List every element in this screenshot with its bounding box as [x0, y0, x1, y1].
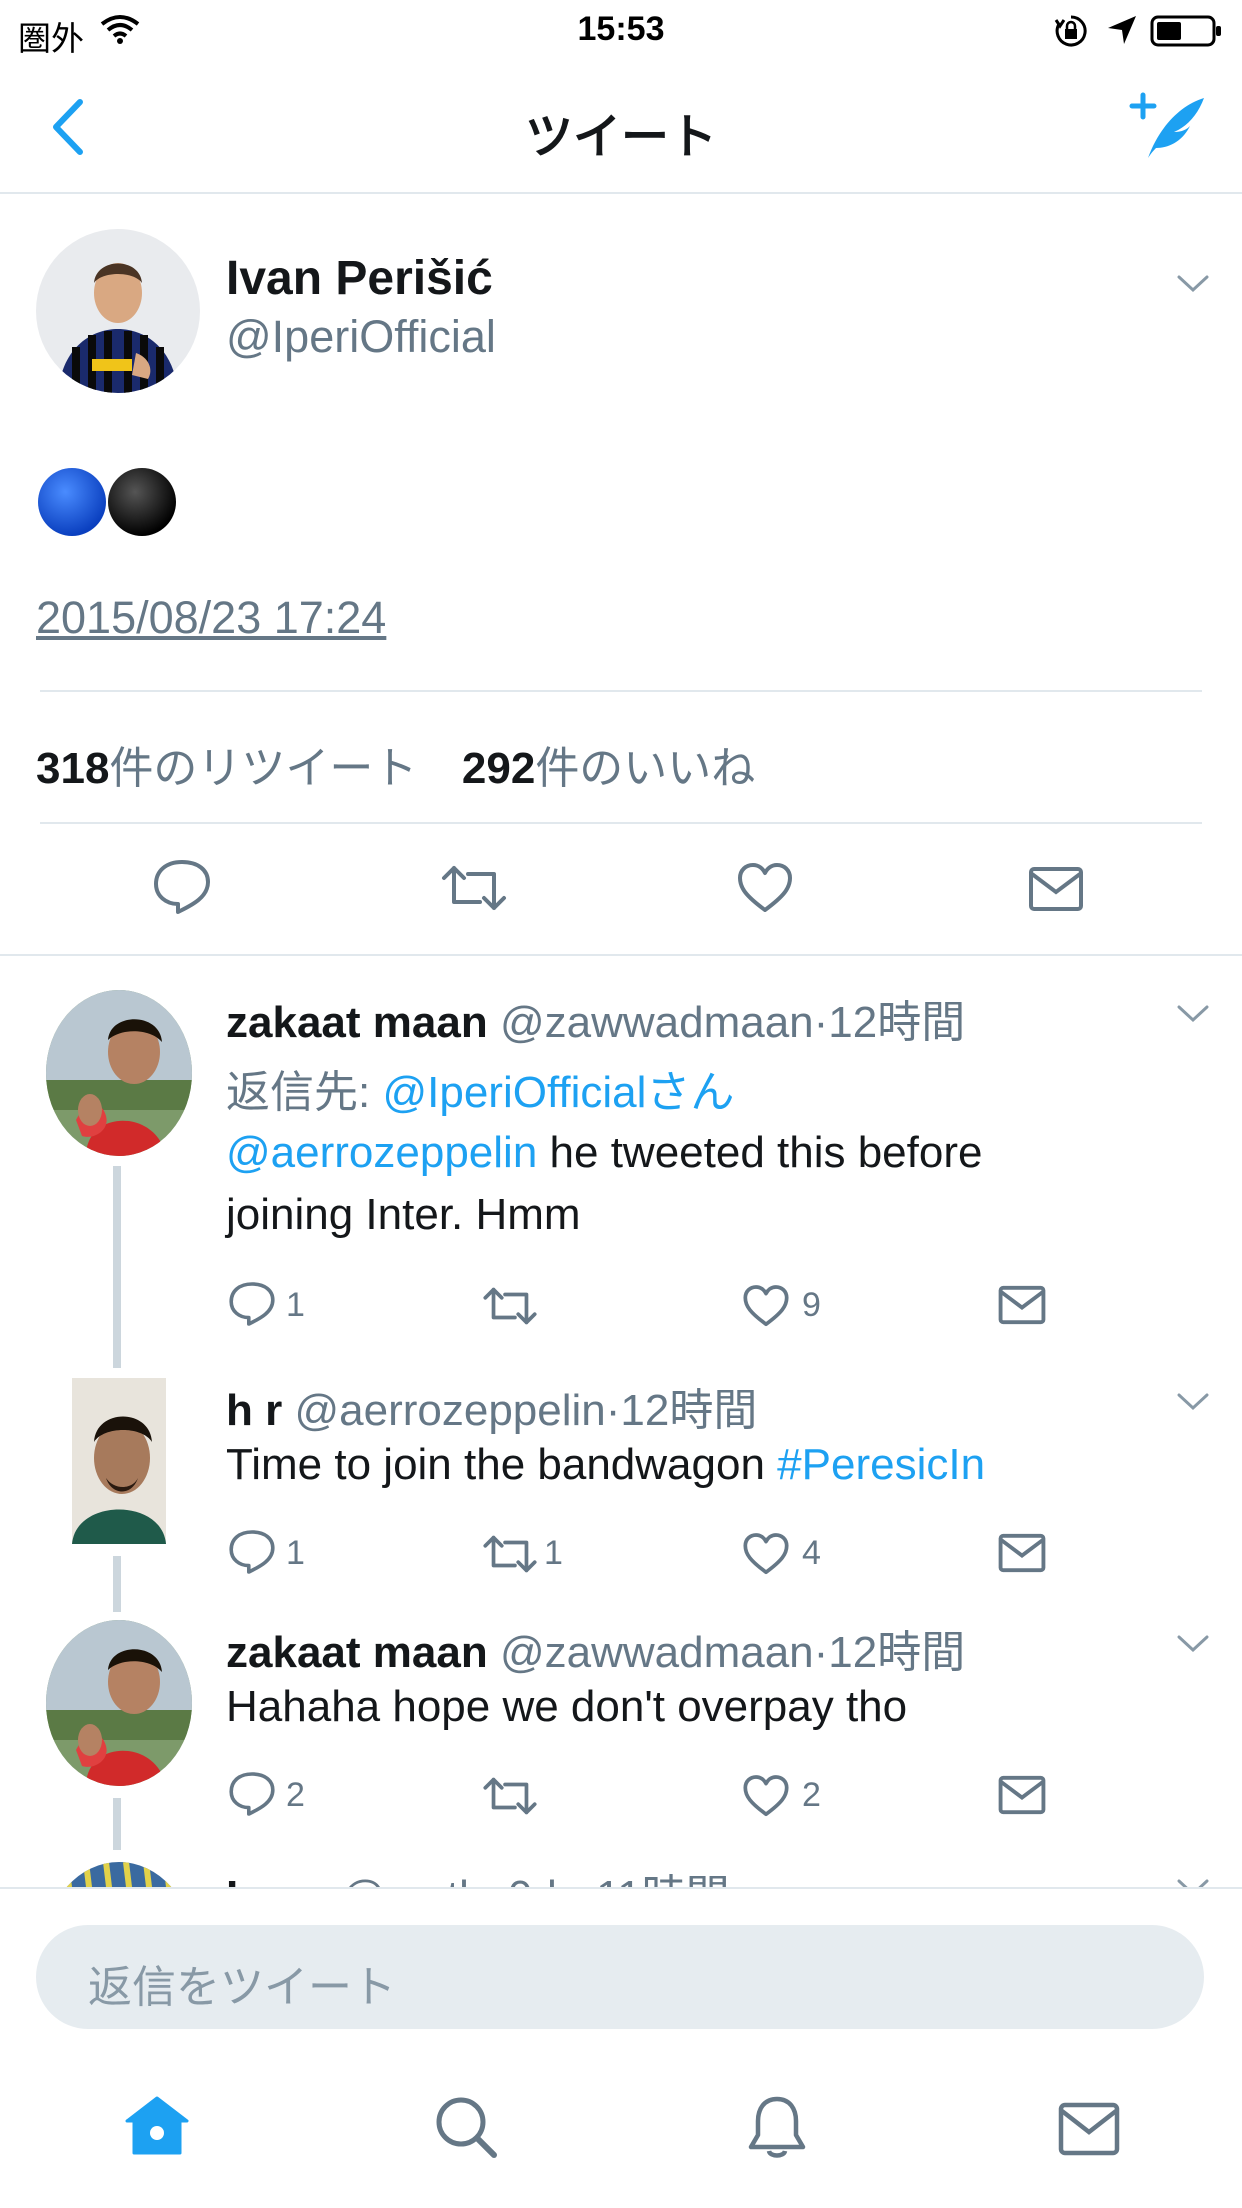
- reply-time: 12時間: [828, 998, 966, 1047]
- like-count: 4: [802, 1534, 821, 1572]
- retweet-count: 1: [544, 1534, 563, 1572]
- reply-count: 2: [286, 1776, 305, 1814]
- like-icon[interactable]: [742, 1284, 790, 1328]
- retweet-label: 件のリツイート: [109, 744, 418, 793]
- status-bar: 圏外 15:53: [0, 0, 1242, 62]
- clipped-reply: Luca @metho0d_·11時間: [0, 1856, 1242, 1887]
- reply-icon[interactable]: [152, 858, 212, 916]
- page-title: ツイート: [524, 111, 717, 164]
- retweet-icon[interactable]: [482, 1774, 538, 1818]
- reply-avatar[interactable]: [46, 1862, 192, 1887]
- like-label: 件のいいね: [535, 744, 756, 793]
- reply-author-handle[interactable]: @metho0d_: [341, 1872, 581, 1887]
- reply-to-line: 返信先: @IperiOfficialさん: [226, 1056, 734, 1120]
- reply-author-name[interactable]: Luca: [226, 1872, 329, 1887]
- dm-icon[interactable]: [1028, 866, 1084, 912]
- dm-icon[interactable]: [998, 1284, 1046, 1326]
- messages-icon[interactable]: [1058, 2102, 1120, 2156]
- section-divider: [0, 954, 1242, 956]
- retweet-count: 318: [36, 744, 110, 793]
- composer-placeholder: 返信をツイート: [88, 1963, 396, 2012]
- notifications-icon[interactable]: [746, 2095, 808, 2161]
- search-icon[interactable]: [434, 2095, 498, 2159]
- reply-author-handle[interactable]: @zawwadmaan: [500, 998, 814, 1047]
- like-count: 9: [802, 1286, 821, 1324]
- composer-divider: [0, 1887, 1242, 1889]
- battery-icon: [1150, 14, 1222, 48]
- reply-text: @aerrozeppelin he tweeted this before jo…: [226, 1122, 1156, 1246]
- reply-avatar[interactable]: [72, 1378, 166, 1544]
- retweet-icon[interactable]: [440, 862, 508, 914]
- separator-dot: ·: [605, 1386, 621, 1435]
- reply-count: 1: [286, 1534, 305, 1572]
- like-icon[interactable]: [742, 1774, 790, 1818]
- thread-line: [113, 1798, 121, 1850]
- reply-icon[interactable]: [228, 1770, 276, 1818]
- retweet-icon[interactable]: [482, 1284, 538, 1328]
- reply-count: 1: [286, 1286, 305, 1324]
- chevron-down-icon[interactable]: [1176, 1004, 1210, 1024]
- reply-author-name[interactable]: zakaat maan: [226, 1628, 488, 1677]
- divider: [40, 690, 1202, 692]
- reply-text: Time to join the bandwagon #PeresicIn: [226, 1434, 1156, 1496]
- reply-text: Hahaha hope we don't overpay tho: [226, 1682, 908, 1731]
- reply-avatar[interactable]: [46, 990, 192, 1156]
- dm-icon[interactable]: [998, 1774, 1046, 1816]
- location-arrow-icon: [1106, 14, 1138, 46]
- retweet-icon[interactable]: [482, 1532, 538, 1576]
- reply-author-handle[interactable]: @zawwadmaan: [500, 1628, 814, 1677]
- thread-line: [113, 1556, 121, 1612]
- reply-header: Luca @metho0d_·11時間: [226, 1860, 730, 1887]
- dm-icon[interactable]: [998, 1532, 1046, 1574]
- reply-header: zakaat maan @zawwadmaan·12時間: [226, 1616, 965, 1680]
- reply-author-name[interactable]: zakaat maan: [226, 998, 488, 1047]
- like-count: 2: [802, 1776, 821, 1814]
- reply-time: 11時間: [596, 1872, 730, 1887]
- reply-text-part: Time to join the bandwagon: [226, 1440, 778, 1489]
- home-icon[interactable]: [124, 2095, 190, 2157]
- compose-tweet-icon[interactable]: [1128, 92, 1208, 164]
- tweet-stats: 318件のリツイート 292件のいいね: [36, 732, 755, 796]
- reply-time: 12時間: [828, 1628, 966, 1677]
- reply-icon[interactable]: [228, 1528, 276, 1576]
- tweet-timestamp[interactable]: 2015/08/23 17:24: [36, 592, 386, 644]
- reply-header: zakaat maan @zawwadmaan·12時間: [226, 986, 965, 1050]
- orientation-lock-icon: [1054, 14, 1088, 48]
- like-icon[interactable]: [742, 1532, 790, 1576]
- separator-dot: ·: [813, 998, 829, 1047]
- author-name[interactable]: Ivan Perišić: [226, 251, 493, 306]
- chevron-down-icon[interactable]: [1176, 1878, 1210, 1887]
- reply-icon[interactable]: [228, 1280, 276, 1328]
- chevron-down-icon[interactable]: [1176, 1392, 1210, 1412]
- chevron-down-icon[interactable]: [1176, 274, 1210, 294]
- thread-line: [113, 1166, 121, 1368]
- like-count: 292: [461, 744, 536, 793]
- separator-dot: ·: [813, 1628, 829, 1677]
- reply-to-handle[interactable]: @IperiOfficialさん: [382, 1068, 734, 1117]
- reply-author-name[interactable]: h r: [226, 1386, 282, 1435]
- hashtag-link[interactable]: #PeresicIn: [777, 1440, 985, 1489]
- author-avatar[interactable]: [36, 229, 200, 393]
- separator-dot: ·: [581, 1872, 596, 1887]
- black-circle-emoji: [106, 466, 178, 538]
- reply-text-part: he tweeted this before: [537, 1128, 983, 1177]
- reply-header: h r @aerrozeppelin·12時間: [226, 1374, 757, 1438]
- like-stat[interactable]: 292件のいいね: [462, 744, 755, 793]
- author-handle[interactable]: @IperiOfficial: [226, 311, 496, 363]
- reply-author-handle[interactable]: @aerrozeppelin: [294, 1386, 605, 1435]
- retweet-stat[interactable]: 318件のリツイート: [36, 744, 417, 793]
- blue-circle-emoji: [36, 466, 108, 538]
- reply-time: 12時間: [620, 1386, 758, 1435]
- mention-link[interactable]: @aerrozeppelin: [226, 1128, 537, 1177]
- reply-to-prefix: 返信先:: [226, 1068, 383, 1117]
- reply-avatar[interactable]: [46, 1620, 192, 1786]
- chevron-down-icon[interactable]: [1176, 1634, 1210, 1654]
- like-icon[interactable]: [736, 862, 794, 914]
- divider: [40, 822, 1202, 824]
- reply-text-part: joining Inter. Hmm: [226, 1190, 581, 1239]
- reply-composer-input[interactable]: 返信をツイート: [36, 1925, 1204, 2029]
- nav-bar: ツイート: [0, 62, 1242, 194]
